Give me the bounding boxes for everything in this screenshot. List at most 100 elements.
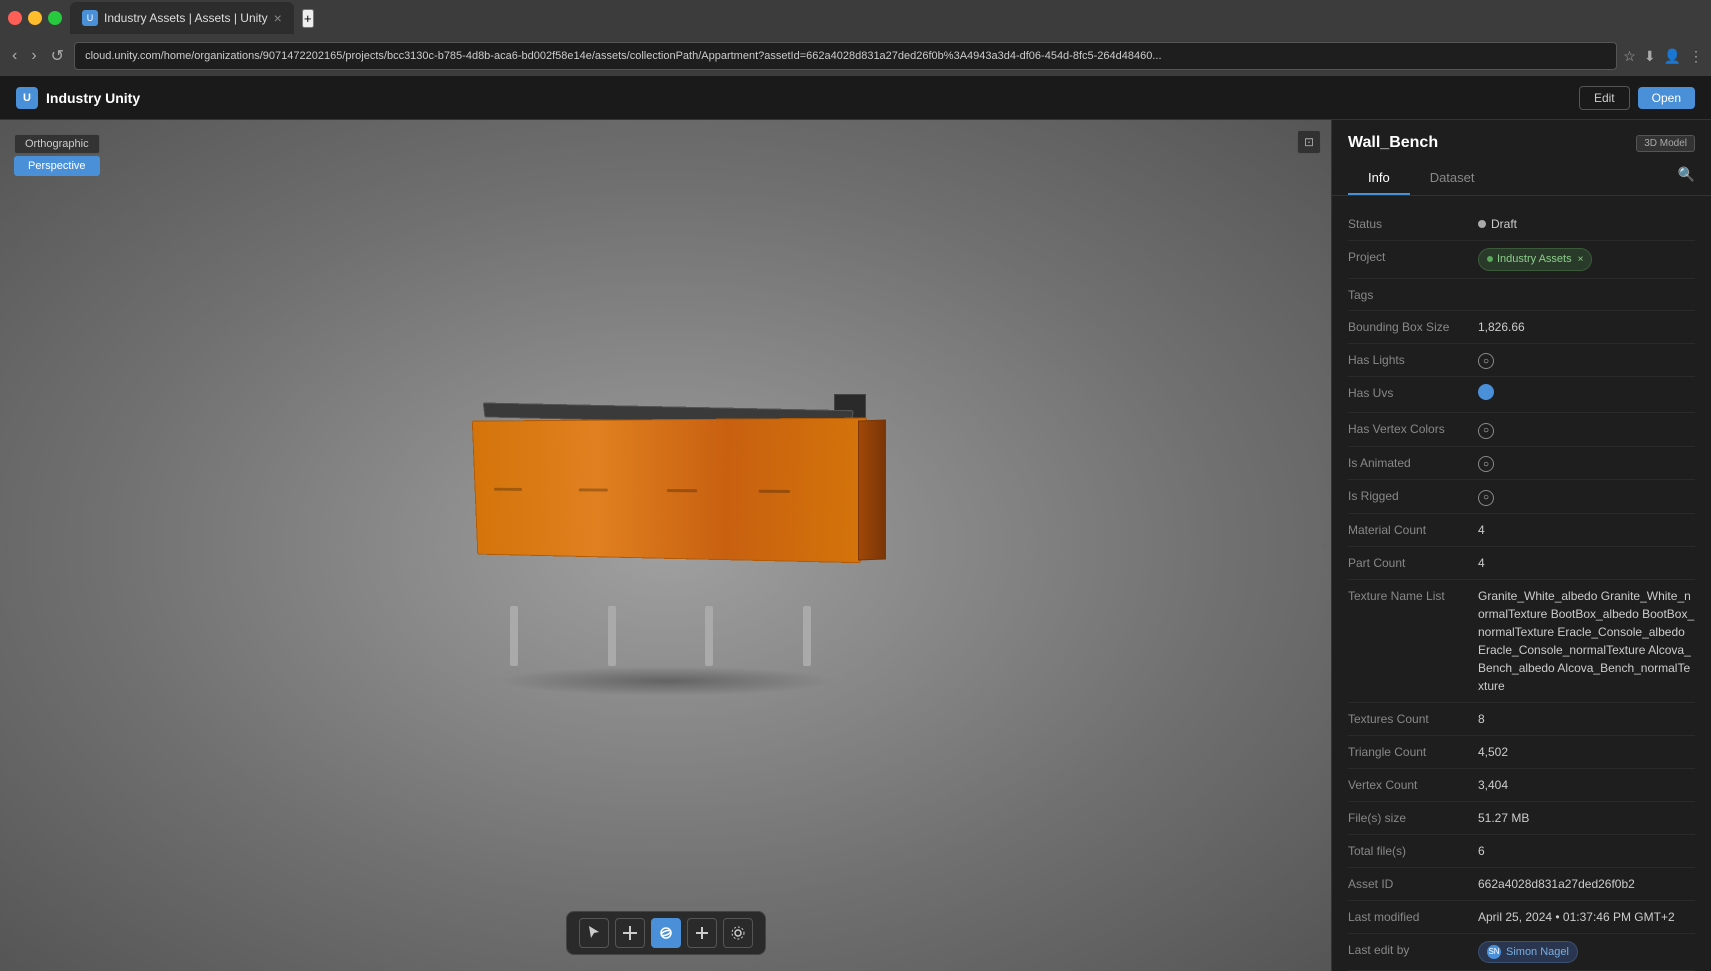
total-files-value: 6 — [1478, 842, 1695, 860]
tab-title: Industry Assets | Assets | Unity — [104, 11, 268, 25]
project-label: Project — [1348, 248, 1478, 264]
is-animated-row: Is Animated ○ — [1348, 447, 1695, 481]
last-edit-by-row: Last edit by SN Simon Nagel — [1348, 934, 1695, 971]
is-rigged-label: Is Rigged — [1348, 487, 1478, 503]
bounding-box-value: 1,826.66 — [1478, 318, 1695, 336]
header-actions: Edit Open — [1579, 86, 1695, 110]
is-animated-label: Is Animated — [1348, 454, 1478, 470]
settings-icon[interactable]: ⋮ — [1689, 48, 1703, 65]
bench-leg-1 — [510, 606, 518, 666]
status-draft: Draft — [1478, 215, 1695, 233]
vertex-count-value: 3,404 — [1478, 776, 1695, 794]
project-tag[interactable]: Industry Assets × — [1478, 248, 1592, 271]
orthographic-view-button[interactable]: Orthographic — [14, 134, 100, 154]
search-icon[interactable]: 🔍 — [1678, 166, 1695, 183]
main-layout: Orthographic Perspective ‹ › ⊡ — [0, 120, 1711, 971]
tab-favicon: U — [82, 10, 98, 26]
panel-search-area: 🔍 — [1678, 162, 1695, 195]
forward-button[interactable]: › — [27, 45, 40, 67]
browser-tab[interactable]: U Industry Assets | Assets | Unity × — [70, 2, 294, 34]
bookmark-icon[interactable]: ☆ — [1623, 48, 1636, 65]
app-title: Industry Unity — [46, 90, 140, 106]
has-vertex-colors-label: Has Vertex Colors — [1348, 420, 1478, 436]
part-count-row: Part Count 4 — [1348, 547, 1695, 580]
edit-button[interactable]: Edit — [1579, 86, 1630, 110]
perspective-view-button[interactable]: Perspective — [14, 156, 100, 176]
status-text: Draft — [1491, 215, 1517, 233]
back-button[interactable]: ‹ — [8, 45, 21, 67]
has-lights-label: Has Lights — [1348, 351, 1478, 367]
last-edit-avatar: SN — [1487, 945, 1501, 959]
groove-4 — [758, 489, 789, 492]
panel-header: Wall_Bench 3D Model Info Dataset 🔍 — [1332, 120, 1711, 196]
3d-model-badge: 3D Model — [1636, 135, 1695, 152]
tool-settings[interactable] — [723, 918, 753, 948]
download-icon[interactable]: ⬇ — [1644, 48, 1656, 65]
has-lights-icon: ○ — [1478, 353, 1494, 369]
app-logo: U Industry Unity — [16, 87, 140, 109]
profile-icon[interactable]: 👤 — [1664, 48, 1681, 65]
viewport-left-arrow[interactable]: ‹ — [4, 537, 9, 555]
part-count-label: Part Count — [1348, 554, 1478, 570]
window-maximize-button[interactable] — [48, 11, 62, 25]
tool-orbit[interactable] — [651, 918, 681, 948]
asset-id-row: Asset ID 662a4028d831a27ded26f0b2 — [1348, 868, 1695, 901]
has-uvs-icon — [1478, 384, 1494, 400]
has-uvs-label: Has Uvs — [1348, 384, 1478, 400]
tool-move[interactable] — [615, 918, 645, 948]
part-count-value: 4 — [1478, 554, 1695, 572]
app-header: U Industry Unity Edit Open — [0, 76, 1711, 120]
viewport[interactable]: Orthographic Perspective ‹ › ⊡ — [0, 120, 1331, 971]
asset-id-value: 662a4028d831a27ded26f0b2 — [1478, 875, 1695, 893]
info-panel: Wall_Bench 3D Model Info Dataset 🔍 Statu… — [1331, 120, 1711, 971]
open-button[interactable]: Open — [1638, 87, 1695, 109]
asset-name: Wall_Bench — [1348, 134, 1438, 152]
has-lights-row: Has Lights ○ — [1348, 344, 1695, 378]
bench-body — [471, 417, 866, 563]
viewport-background: Orthographic Perspective ‹ › ⊡ — [0, 120, 1331, 971]
address-bar[interactable] — [74, 42, 1617, 70]
last-modified-row: Last modified April 25, 2024 • 01:37:46 … — [1348, 901, 1695, 934]
new-tab-button[interactable]: + — [302, 9, 314, 28]
tool-pan[interactable] — [687, 918, 717, 948]
file-size-label: File(s) size — [1348, 809, 1478, 825]
total-files-label: Total file(s) — [1348, 842, 1478, 858]
textures-count-value: 8 — [1478, 710, 1695, 728]
panel-tabs: Info Dataset 🔍 — [1348, 162, 1695, 195]
refresh-button[interactable]: ↺ — [47, 44, 68, 68]
groove-3 — [666, 488, 696, 491]
viewport-right-arrow[interactable]: › — [1322, 537, 1327, 555]
bench-model — [466, 406, 866, 606]
tab-close-button[interactable]: × — [274, 10, 282, 26]
bounding-box-label: Bounding Box Size — [1348, 318, 1478, 334]
bench-side — [858, 419, 886, 560]
has-vertex-colors-row: Has Vertex Colors ○ — [1348, 413, 1695, 447]
select-icon — [586, 925, 602, 941]
browser-navbar: ‹ › ↺ ☆ ⬇ 👤 ⋮ — [0, 36, 1711, 76]
window-minimize-button[interactable] — [28, 11, 42, 25]
total-files-row: Total file(s) 6 — [1348, 835, 1695, 868]
tags-label: Tags — [1348, 286, 1478, 302]
bench-legs — [466, 606, 856, 666]
tool-select[interactable] — [579, 918, 609, 948]
tag-remove-button[interactable]: × — [1578, 252, 1584, 267]
bench-leg-4 — [803, 606, 811, 666]
tab-dataset[interactable]: Dataset — [1410, 162, 1495, 195]
viewport-corner-button[interactable]: ⊡ — [1297, 130, 1321, 154]
triangle-count-label: Triangle Count — [1348, 743, 1478, 759]
window-close-button[interactable] — [8, 11, 22, 25]
file-size-value: 51.27 MB — [1478, 809, 1695, 827]
is-rigged-value: ○ — [1478, 487, 1695, 506]
info-content: Status Draft Project Industry Assets × — [1332, 196, 1711, 971]
browser-chrome: U Industry Assets | Assets | Unity × + ‹… — [0, 0, 1711, 76]
has-lights-value: ○ — [1478, 351, 1695, 370]
window-controls — [8, 11, 62, 25]
groove-1 — [493, 487, 521, 490]
has-vertex-colors-value: ○ — [1478, 420, 1695, 439]
tab-info[interactable]: Info — [1348, 162, 1410, 195]
vertex-count-row: Vertex Count 3,404 — [1348, 769, 1695, 802]
move-icon — [622, 925, 638, 941]
bench-shadow — [496, 666, 836, 696]
browser-titlebar: U Industry Assets | Assets | Unity × + — [0, 0, 1711, 36]
has-vertex-colors-icon: ○ — [1478, 423, 1494, 439]
